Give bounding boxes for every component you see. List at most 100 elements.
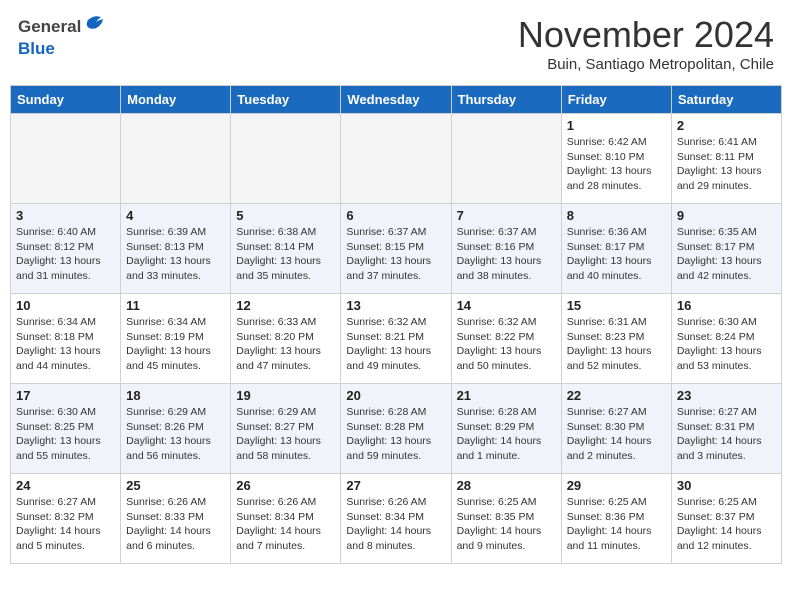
calendar-day: 2 Sunrise: 6:41 AM Sunset: 8:11 PM Daylig… <box>671 114 781 204</box>
calendar-week-row: 24 Sunrise: 6:27 AM Sunset: 8:32 PM Dayli… <box>11 474 782 564</box>
calendar-day: 1 Sunrise: 6:42 AM Sunset: 8:10 PM Daylig… <box>561 114 671 204</box>
calendar-day: 23 Sunrise: 6:27 AM Sunset: 8:31 PM Dayli… <box>671 384 781 474</box>
day-number: 24 <box>16 478 115 493</box>
day-number: 7 <box>457 208 556 223</box>
day-info: Sunrise: 6:27 AM Sunset: 8:32 PM Dayligh… <box>16 495 115 554</box>
day-number: 8 <box>567 208 666 223</box>
calendar-day: 28Sunrise: 6:25 AM Sunset: 8:35 PM Dayli… <box>451 474 561 564</box>
calendar-day: 26 Sunrise: 6:26 AM Sunset: 8:34 PM Dayli… <box>231 474 341 564</box>
day-number: 13 <box>346 298 445 313</box>
calendar-day: 22 Sunrise: 6:27 AM Sunset: 8:30 PM Dayli… <box>561 384 671 474</box>
day-number: 17 <box>16 388 115 403</box>
calendar-body: 1 Sunrise: 6:42 AM Sunset: 8:10 PM Daylig… <box>11 114 782 564</box>
calendar-day: 16Sunrise: 6:30 AM Sunset: 8:24 PM Dayli… <box>671 294 781 384</box>
calendar-day <box>231 114 341 204</box>
calendar-day: 14 Sunrise: 6:32 AM Sunset: 8:22 PM Dayli… <box>451 294 561 384</box>
calendar-week-row: 1 Sunrise: 6:42 AM Sunset: 8:10 PM Daylig… <box>11 114 782 204</box>
calendar-header-thursday: Thursday <box>451 86 561 114</box>
calendar-header-row: SundayMondayTuesdayWednesdayThursdayFrid… <box>11 86 782 114</box>
day-number: 30 <box>677 478 776 493</box>
day-info: Sunrise: 6:29 AM Sunset: 8:27 PM Dayligh… <box>236 405 335 464</box>
day-number: 25 <box>126 478 225 493</box>
day-number: 10 <box>16 298 115 313</box>
day-info: Sunrise: 6:42 AM Sunset: 8:10 PM Dayligh… <box>567 135 666 194</box>
calendar-day: 21 Sunrise: 6:28 AM Sunset: 8:29 PM Dayli… <box>451 384 561 474</box>
day-number: 29 <box>567 478 666 493</box>
day-info: Sunrise: 6:34 AM Sunset: 8:19 PM Dayligh… <box>126 315 225 374</box>
calendar-header-tuesday: Tuesday <box>231 86 341 114</box>
calendar-week-row: 10Sunrise: 6:34 AM Sunset: 8:18 PM Dayli… <box>11 294 782 384</box>
day-info: Sunrise: 6:26 AM Sunset: 8:34 PM Dayligh… <box>346 495 445 554</box>
day-number: 2 <box>677 118 776 133</box>
day-info: Sunrise: 6:32 AM Sunset: 8:21 PM Dayligh… <box>346 315 445 374</box>
month-title: November 2024 <box>518 14 774 56</box>
day-info: Sunrise: 6:32 AM Sunset: 8:22 PM Dayligh… <box>457 315 556 374</box>
day-number: 22 <box>567 388 666 403</box>
day-info: Sunrise: 6:37 AM Sunset: 8:15 PM Dayligh… <box>346 225 445 284</box>
day-number: 19 <box>236 388 335 403</box>
calendar-header-monday: Monday <box>121 86 231 114</box>
day-number: 18 <box>126 388 225 403</box>
day-number: 20 <box>346 388 445 403</box>
calendar-day: 27 Sunrise: 6:26 AM Sunset: 8:34 PM Dayli… <box>341 474 451 564</box>
day-number: 15 <box>567 298 666 313</box>
day-number: 14 <box>457 298 556 313</box>
calendar-header-saturday: Saturday <box>671 86 781 114</box>
calendar-day: 8 Sunrise: 6:36 AM Sunset: 8:17 PM Daylig… <box>561 204 671 294</box>
calendar-day: 15 Sunrise: 6:31 AM Sunset: 8:23 PM Dayli… <box>561 294 671 384</box>
day-info: Sunrise: 6:29 AM Sunset: 8:26 PM Dayligh… <box>126 405 225 464</box>
calendar-day <box>341 114 451 204</box>
day-info: Sunrise: 6:36 AM Sunset: 8:17 PM Dayligh… <box>567 225 666 284</box>
day-info: Sunrise: 6:27 AM Sunset: 8:31 PM Dayligh… <box>677 405 776 464</box>
calendar-day: 3Sunrise: 6:40 AM Sunset: 8:12 PM Daylig… <box>11 204 121 294</box>
logo: General Blue <box>18 14 105 59</box>
calendar-day: 11 Sunrise: 6:34 AM Sunset: 8:19 PM Dayli… <box>121 294 231 384</box>
calendar-week-row: 17 Sunrise: 6:30 AM Sunset: 8:25 PM Dayli… <box>11 384 782 474</box>
day-info: Sunrise: 6:35 AM Sunset: 8:17 PM Dayligh… <box>677 225 776 284</box>
day-info: Sunrise: 6:25 AM Sunset: 8:37 PM Dayligh… <box>677 495 776 554</box>
calendar-day: 18 Sunrise: 6:29 AM Sunset: 8:26 PM Dayli… <box>121 384 231 474</box>
day-info: Sunrise: 6:26 AM Sunset: 8:34 PM Dayligh… <box>236 495 335 554</box>
location: Buin, Santiago Metropolitan, Chile <box>518 56 774 73</box>
calendar-header-sunday: Sunday <box>11 86 121 114</box>
calendar-week-row: 3Sunrise: 6:40 AM Sunset: 8:12 PM Daylig… <box>11 204 782 294</box>
calendar-day: 30 Sunrise: 6:25 AM Sunset: 8:37 PM Dayli… <box>671 474 781 564</box>
day-number: 21 <box>457 388 556 403</box>
day-number: 11 <box>126 298 225 313</box>
calendar-day <box>11 114 121 204</box>
calendar-day: 12Sunrise: 6:33 AM Sunset: 8:20 PM Dayli… <box>231 294 341 384</box>
calendar-day: 19 Sunrise: 6:29 AM Sunset: 8:27 PM Dayli… <box>231 384 341 474</box>
day-number: 5 <box>236 208 335 223</box>
day-info: Sunrise: 6:25 AM Sunset: 8:36 PM Dayligh… <box>567 495 666 554</box>
header: General Blue November 2024 Buin, Santiag… <box>10 10 782 77</box>
calendar-day: 4Sunrise: 6:39 AM Sunset: 8:13 PM Daylig… <box>121 204 231 294</box>
day-info: Sunrise: 6:28 AM Sunset: 8:29 PM Dayligh… <box>457 405 556 464</box>
day-number: 28 <box>457 478 556 493</box>
calendar-day: 20 Sunrise: 6:28 AM Sunset: 8:28 PM Dayli… <box>341 384 451 474</box>
calendar-day: 29 Sunrise: 6:25 AM Sunset: 8:36 PM Dayli… <box>561 474 671 564</box>
title-area: November 2024 Buin, Santiago Metropolita… <box>518 14 774 73</box>
day-info: Sunrise: 6:41 AM Sunset: 8:11 PM Dayligh… <box>677 135 776 194</box>
logo-bird-icon <box>83 14 105 39</box>
day-info: Sunrise: 6:27 AM Sunset: 8:30 PM Dayligh… <box>567 405 666 464</box>
calendar-table: SundayMondayTuesdayWednesdayThursdayFrid… <box>10 85 782 564</box>
calendar-day: 17 Sunrise: 6:30 AM Sunset: 8:25 PM Dayli… <box>11 384 121 474</box>
day-number: 6 <box>346 208 445 223</box>
day-info: Sunrise: 6:39 AM Sunset: 8:13 PM Dayligh… <box>126 225 225 284</box>
calendar-day <box>451 114 561 204</box>
day-number: 23 <box>677 388 776 403</box>
calendar-header-wednesday: Wednesday <box>341 86 451 114</box>
day-info: Sunrise: 6:28 AM Sunset: 8:28 PM Dayligh… <box>346 405 445 464</box>
calendar-day: 25Sunrise: 6:26 AM Sunset: 8:33 PM Dayli… <box>121 474 231 564</box>
calendar-day: 24 Sunrise: 6:27 AM Sunset: 8:32 PM Dayli… <box>11 474 121 564</box>
day-info: Sunrise: 6:31 AM Sunset: 8:23 PM Dayligh… <box>567 315 666 374</box>
day-info: Sunrise: 6:30 AM Sunset: 8:25 PM Dayligh… <box>16 405 115 464</box>
day-number: 3 <box>16 208 115 223</box>
day-number: 9 <box>677 208 776 223</box>
day-number: 1 <box>567 118 666 133</box>
calendar-day: 6 Sunrise: 6:37 AM Sunset: 8:15 PM Daylig… <box>341 204 451 294</box>
day-number: 27 <box>346 478 445 493</box>
logo-blue-text: Blue <box>18 39 55 58</box>
day-info: Sunrise: 6:37 AM Sunset: 8:16 PM Dayligh… <box>457 225 556 284</box>
day-number: 26 <box>236 478 335 493</box>
